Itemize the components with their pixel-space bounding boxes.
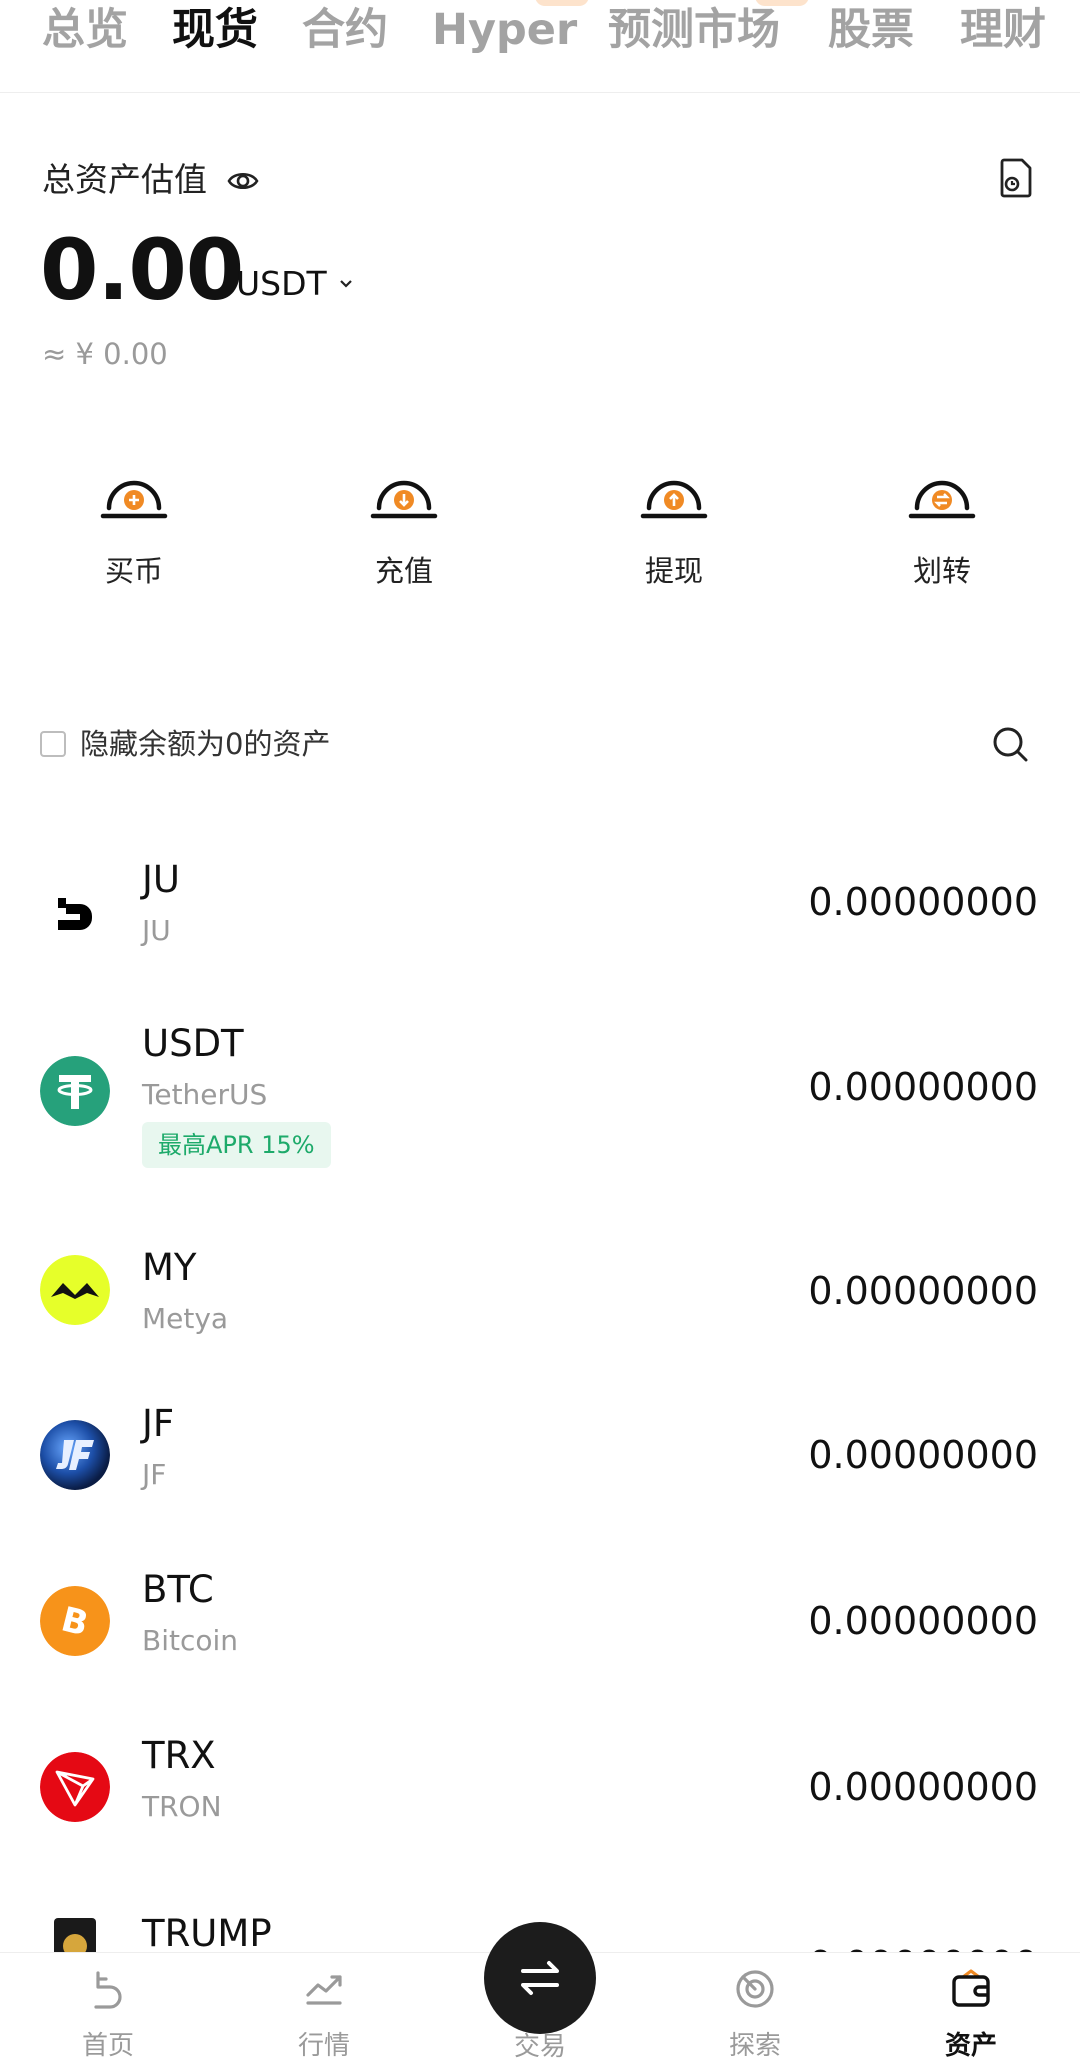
search-icon[interactable] (990, 724, 1030, 764)
asset-row[interactable]: JU JU 0.00000000 (0, 852, 1080, 992)
tab-hyper[interactable]: Hyper (432, 2, 577, 58)
nav-explore[interactable]: 探索 (680, 1967, 830, 2063)
deposit-icon (370, 480, 438, 519)
asset-row[interactable]: B BTC Bitcoin 0.00000000 (0, 1566, 1080, 1706)
asset-name: TRON (142, 1790, 222, 1823)
asset-row[interactable]: TRX TRON 0.00000000 (0, 1732, 1080, 1872)
metya-logo-icon (40, 1255, 110, 1325)
hide-zero-checkbox[interactable] (40, 731, 66, 757)
usdt-logo-icon (40, 1056, 110, 1126)
tab-spot[interactable]: 现货 (172, 2, 258, 58)
explore-icon (736, 1970, 774, 2008)
nav-market[interactable]: 行情 (249, 1967, 399, 2063)
asset-name: TetherUS (142, 1078, 268, 1111)
asset-name: Metya (142, 1302, 229, 1335)
btc-logo-icon: B (40, 1586, 110, 1656)
nav-home[interactable]: 首页 (33, 1967, 183, 2063)
nav-assets[interactable]: 资产 (896, 1967, 1046, 2063)
transfer-button[interactable]: 划转 (852, 460, 1032, 600)
buy-label: 买币 (104, 554, 163, 588)
hide-zero-label: 隐藏余额为0的资产 (80, 727, 331, 761)
currency-select[interactable]: USDT (236, 262, 355, 306)
home-icon (94, 1971, 122, 2009)
wallet-icon (952, 1969, 990, 2007)
buy-button[interactable]: 买币 (44, 460, 224, 600)
jf-logo-icon (40, 1420, 110, 1490)
top-tab-bar: 总览 现货 合约 Hyper 预测市场 股票 理财 (0, 0, 1080, 93)
market-icon (306, 1975, 342, 2005)
asset-row[interactable]: MY Metya 0.00000000 (0, 1230, 1080, 1370)
asset-row[interactable]: USDT TetherUS 最高APR 15% 0.00000000 (0, 1018, 1080, 1178)
asset-name: JF (142, 1458, 167, 1491)
tab-overview[interactable]: 总览 (42, 2, 128, 58)
asset-symbol: BTC (142, 1568, 214, 1611)
trade-icon (521, 1961, 559, 1995)
asset-row[interactable]: JF JF 0.00000000 (0, 1400, 1080, 1540)
total-asset-label: 总资产估值 (42, 160, 207, 199)
withdraw-label: 提现 (644, 554, 703, 588)
withdraw-icon (640, 480, 708, 519)
tab-prediction-market[interactable]: 预测市场 (608, 2, 780, 58)
withdraw-button[interactable]: 提现 (584, 460, 764, 600)
ju-logo-icon (58, 898, 92, 930)
asset-balance: 0.00000000 (808, 1065, 1038, 1109)
deposit-label: 充值 (374, 554, 433, 588)
nav-trade-label: 交易 (513, 2032, 566, 2062)
asset-symbol: MY (142, 1246, 197, 1289)
currency-label: USDT (236, 264, 327, 303)
asset-symbol: TRUMP (142, 1912, 272, 1955)
nav-explore-label: 探索 (728, 2031, 781, 2061)
asset-symbol: USDT (142, 1022, 244, 1065)
nav-assets-label: 资产 (944, 2031, 997, 2061)
hide-zero-toggle[interactable]: 隐藏余额为0的资产 (40, 722, 330, 766)
chevron-down-icon (339, 280, 352, 288)
total-asset-value: 0.00 (40, 221, 244, 319)
asset-balance: 0.00000000 (808, 1433, 1038, 1477)
deposit-button[interactable]: 充值 (314, 460, 494, 600)
tab-earn[interactable]: 理财 (960, 2, 1046, 58)
asset-symbol: JU (142, 858, 180, 901)
tab-stocks[interactable]: 股票 (828, 2, 914, 58)
asset-balance: 0.00000000 (808, 1599, 1038, 1643)
apr-badge[interactable]: 最高APR 15% (142, 1122, 331, 1168)
transfer-icon (908, 480, 976, 519)
asset-name: JU (142, 914, 171, 947)
tron-logo-icon (40, 1752, 110, 1822)
nav-trade-button[interactable] (484, 1922, 596, 2034)
tab-futures[interactable]: 合约 (302, 2, 388, 58)
asset-balance: 0.00000000 (808, 880, 1038, 924)
asset-symbol: JF (142, 1402, 175, 1445)
transfer-label: 划转 (912, 554, 971, 588)
nav-home-label: 首页 (81, 2031, 134, 2061)
cny-estimate: ≈ ¥ 0.00 (42, 337, 168, 371)
asset-symbol: TRX (142, 1734, 216, 1777)
asset-balance: 0.00000000 (808, 1765, 1038, 1809)
record-icon[interactable] (994, 156, 1038, 200)
buy-icon (100, 480, 168, 519)
asset-name: Bitcoin (142, 1624, 239, 1657)
eye-icon[interactable] (226, 164, 260, 198)
asset-balance: 0.00000000 (808, 1269, 1038, 1313)
nav-market-label: 行情 (297, 2031, 350, 2061)
